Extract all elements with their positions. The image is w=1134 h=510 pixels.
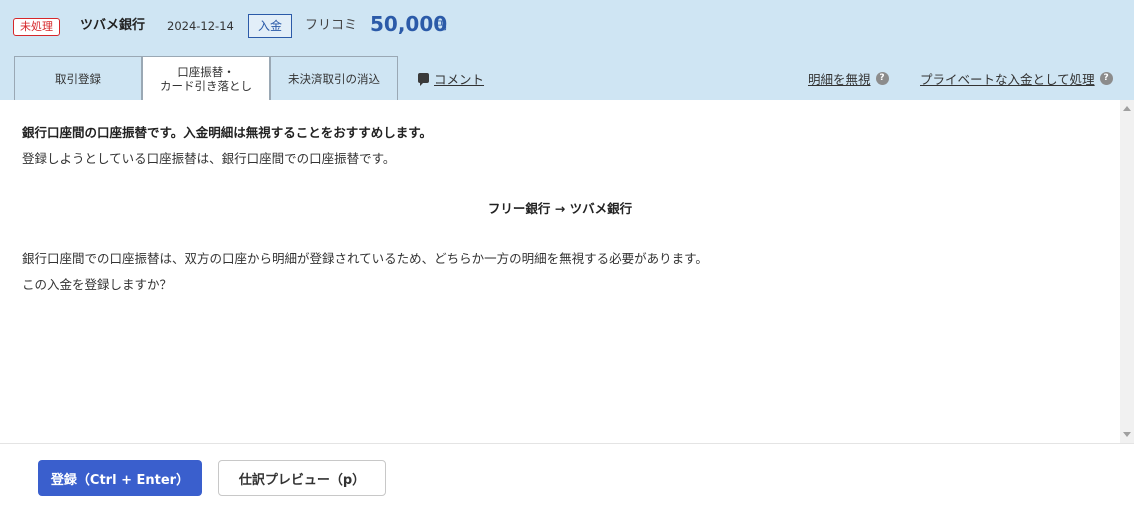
recommendation-message: 銀行口座間の口座振替です。入金明細は無視することをおすすめします。 bbox=[22, 125, 433, 140]
tab-label: 取引登録 bbox=[55, 71, 101, 86]
bank-name: ツバメ銀行 bbox=[80, 18, 146, 33]
content-scrollbar[interactable] bbox=[1120, 100, 1134, 443]
transfer-route: フリー銀行 → ツバメ銀行 bbox=[487, 201, 633, 216]
comment-link[interactable]: コメント bbox=[418, 69, 484, 87]
comment-label: コメント bbox=[434, 71, 485, 87]
register-button[interactable]: 登録（Ctrl + Enter） bbox=[38, 460, 202, 496]
tab-account-transfer[interactable]: 口座振替・ カード引き落とし bbox=[142, 56, 270, 101]
journal-preview-button[interactable]: 仕訳プレビュー（p） bbox=[218, 460, 386, 496]
transaction-header: 未処理 ツバメ銀行 2024-12-14 入金 フリコミ 50,000 円 取引… bbox=[0, 0, 1134, 101]
currency-unit: 円 bbox=[436, 19, 447, 32]
ignore-statement-link[interactable]: 明細を無視 ? bbox=[808, 69, 889, 87]
ignore-statement-label: 明細を無視 bbox=[808, 71, 871, 87]
ignore-explanation: 銀行口座間での口座振替は、双方の口座から明細が登録されているため、どちらか一方の… bbox=[22, 251, 708, 266]
help-icon[interactable]: ? bbox=[1099, 71, 1113, 85]
tab-label: 未決済取引の消込 bbox=[288, 71, 380, 86]
scroll-up-arrow-icon[interactable] bbox=[1123, 106, 1131, 111]
tab-label-line1: 口座振替・ bbox=[177, 65, 235, 79]
comment-icon bbox=[418, 73, 429, 86]
private-deposit-link[interactable]: プライベートな入金として処理 ? bbox=[920, 69, 1113, 87]
transaction-description: フリコミ bbox=[305, 18, 358, 33]
tab-label-line2: カード引き落とし bbox=[160, 79, 252, 93]
register-confirm-question: この入金を登録しますか？ bbox=[22, 277, 173, 292]
transfer-description: 登録しようとしている口座振替は、銀行口座間での口座振替です。 bbox=[22, 151, 396, 166]
tab-register-transaction[interactable]: 取引登録 bbox=[14, 56, 142, 100]
transaction-type-tag: 入金 bbox=[248, 14, 292, 38]
private-deposit-label: プライベートな入金として処理 bbox=[920, 71, 1095, 87]
help-icon[interactable]: ? bbox=[875, 71, 889, 85]
action-footer: 登録（Ctrl + Enter） 仕訳プレビュー（p） bbox=[0, 443, 1134, 510]
transaction-panel: 未処理 ツバメ銀行 2024-12-14 入金 フリコミ 50,000 円 取引… bbox=[0, 0, 1134, 510]
transaction-date: 2024-12-14 bbox=[167, 19, 234, 33]
tab-clear-unsettled[interactable]: 未決済取引の消込 bbox=[270, 56, 398, 100]
scroll-down-arrow-icon[interactable] bbox=[1123, 432, 1131, 437]
status-badge: 未処理 bbox=[13, 18, 60, 36]
transfer-message-area: 銀行口座間の口座振替です。入金明細は無視することをおすすめします。 登録しようと… bbox=[0, 100, 1120, 443]
